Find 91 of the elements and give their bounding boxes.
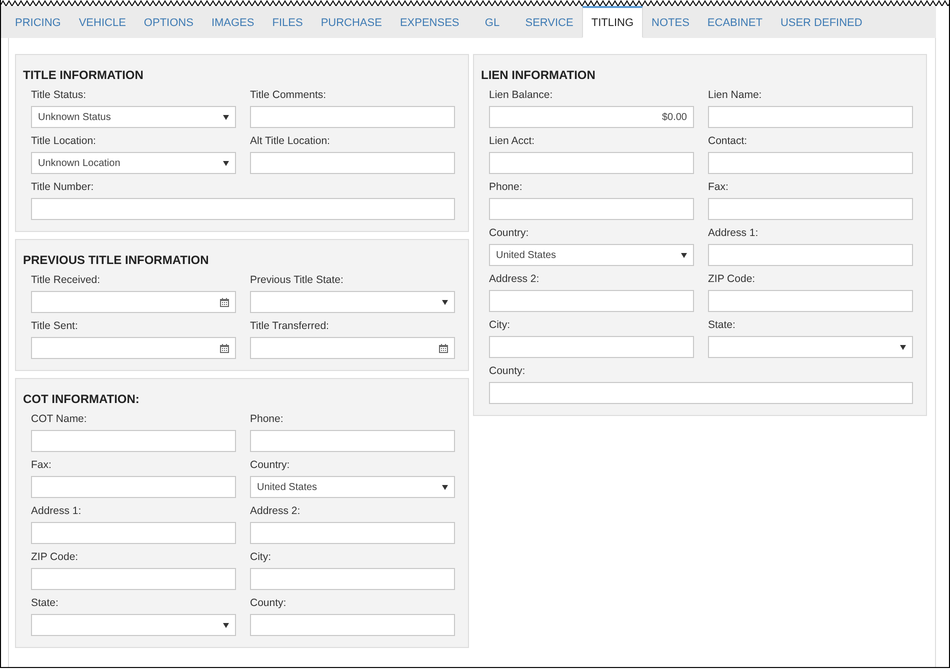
field-label: County: xyxy=(250,596,288,610)
input-field[interactable] xyxy=(708,290,913,312)
tab[interactable]: ECABINET xyxy=(698,6,772,38)
dropdown-field[interactable]: United States xyxy=(250,476,455,498)
field-label: ZIP Code: xyxy=(31,550,80,564)
field-label: COT Name: xyxy=(31,412,88,426)
input-field[interactable] xyxy=(489,382,913,404)
dropdown-field[interactable]: Unknown Location xyxy=(31,152,236,174)
caret-icon xyxy=(681,252,687,258)
field-label: Title Number: xyxy=(31,180,95,194)
input-field[interactable] xyxy=(489,336,694,358)
field-label: Fax: xyxy=(31,458,52,472)
calendar-icon[interactable] xyxy=(220,344,229,352)
input-field[interactable] xyxy=(250,430,455,452)
tab[interactable]: GL xyxy=(468,6,516,38)
field-label: Address 2: xyxy=(250,504,302,518)
input-field[interactable] xyxy=(708,244,913,266)
field-label: City: xyxy=(489,318,511,332)
input-field[interactable] xyxy=(31,568,236,590)
field-label: Contact: xyxy=(708,134,748,148)
input-field[interactable] xyxy=(250,522,455,544)
section-title: TITLE INFORMATION xyxy=(23,67,144,83)
field-label: Title Location: xyxy=(31,134,97,148)
section-title: COT INFORMATION: xyxy=(23,391,140,407)
caret-icon xyxy=(223,160,229,166)
dropdown-field[interactable] xyxy=(31,614,236,636)
field-label: Fax: xyxy=(708,180,730,194)
input-field[interactable] xyxy=(31,430,236,452)
input-field[interactable] xyxy=(489,290,694,312)
input-field[interactable] xyxy=(250,106,455,128)
field-label: Previous Title State: xyxy=(250,273,344,287)
dropdown-field[interactable]: Unknown Status xyxy=(31,106,236,128)
input-field[interactable] xyxy=(31,522,236,544)
tab[interactable]: PURCHASE xyxy=(312,6,391,38)
tab[interactable]: PRICING xyxy=(6,6,70,38)
tab[interactable]: FILES xyxy=(263,6,312,38)
tab[interactable]: VEHICLE xyxy=(70,6,135,38)
input-field[interactable] xyxy=(708,106,913,128)
dropdown-field[interactable]: United States xyxy=(489,244,694,266)
field-label: Country: xyxy=(489,226,530,240)
field-label: Country: xyxy=(250,458,291,472)
calendar-icon[interactable] xyxy=(439,344,448,352)
input-field[interactable] xyxy=(250,152,455,174)
input-field[interactable] xyxy=(250,568,455,590)
field-label: Lien Acct: xyxy=(489,134,536,148)
date-field[interactable] xyxy=(250,337,455,359)
field-label: Title Transferred: xyxy=(250,319,330,333)
tab[interactable]: USER DEFINED xyxy=(771,6,872,38)
caret-icon xyxy=(442,300,448,304)
field-label: Lien Name: xyxy=(708,88,763,102)
input-field[interactable] xyxy=(31,198,455,220)
field-label: County: xyxy=(489,364,526,378)
field-label: Title Comments: xyxy=(250,88,328,102)
field-label: Address 1: xyxy=(31,504,82,518)
field-label: ZIP Code: xyxy=(708,272,756,286)
tab[interactable]: TITLING xyxy=(582,6,643,38)
tab[interactable]: NOTES xyxy=(642,6,698,38)
input-field[interactable] xyxy=(708,152,913,174)
section-title: LIEN INFORMATION xyxy=(481,67,596,83)
tab[interactable]: OPTIONS xyxy=(134,6,202,38)
field-label: Phone: xyxy=(250,412,284,426)
input-field[interactable] xyxy=(489,152,694,174)
field-label: City: xyxy=(250,550,272,564)
field-label: Title Sent: xyxy=(31,319,79,333)
field-label: Address 1: xyxy=(708,226,760,240)
field-label: Title Received: xyxy=(31,273,102,287)
dropdown-field[interactable] xyxy=(250,291,455,313)
tab[interactable]: IMAGES xyxy=(202,6,264,38)
caret-icon xyxy=(223,622,229,628)
field-label: Alt Title Location: xyxy=(250,134,331,148)
section-title: PREVIOUS TITLE INFORMATION xyxy=(23,252,210,268)
tab[interactable]: EXPENSES xyxy=(390,6,468,38)
caret-icon xyxy=(900,344,906,350)
input-field[interactable] xyxy=(250,614,455,636)
dropdown-field[interactable] xyxy=(708,336,913,358)
caret-icon xyxy=(223,114,229,120)
field-label: Title Status: xyxy=(31,88,88,102)
caret-icon xyxy=(442,484,448,490)
input-field[interactable] xyxy=(489,198,694,220)
input-field[interactable] xyxy=(31,476,236,498)
tab[interactable]: SERVICE xyxy=(516,6,582,38)
field-label: Address 2: xyxy=(489,272,540,286)
field-label: Lien Balance: xyxy=(489,88,554,102)
date-field[interactable] xyxy=(31,291,236,313)
field-label: State: xyxy=(31,596,60,610)
amount-field[interactable]: $0.00 xyxy=(489,106,694,128)
field-label: Phone: xyxy=(489,180,524,194)
input-field[interactable] xyxy=(708,198,913,220)
field-label: State: xyxy=(708,318,736,332)
date-field[interactable] xyxy=(31,337,236,359)
calendar-icon[interactable] xyxy=(220,298,229,306)
